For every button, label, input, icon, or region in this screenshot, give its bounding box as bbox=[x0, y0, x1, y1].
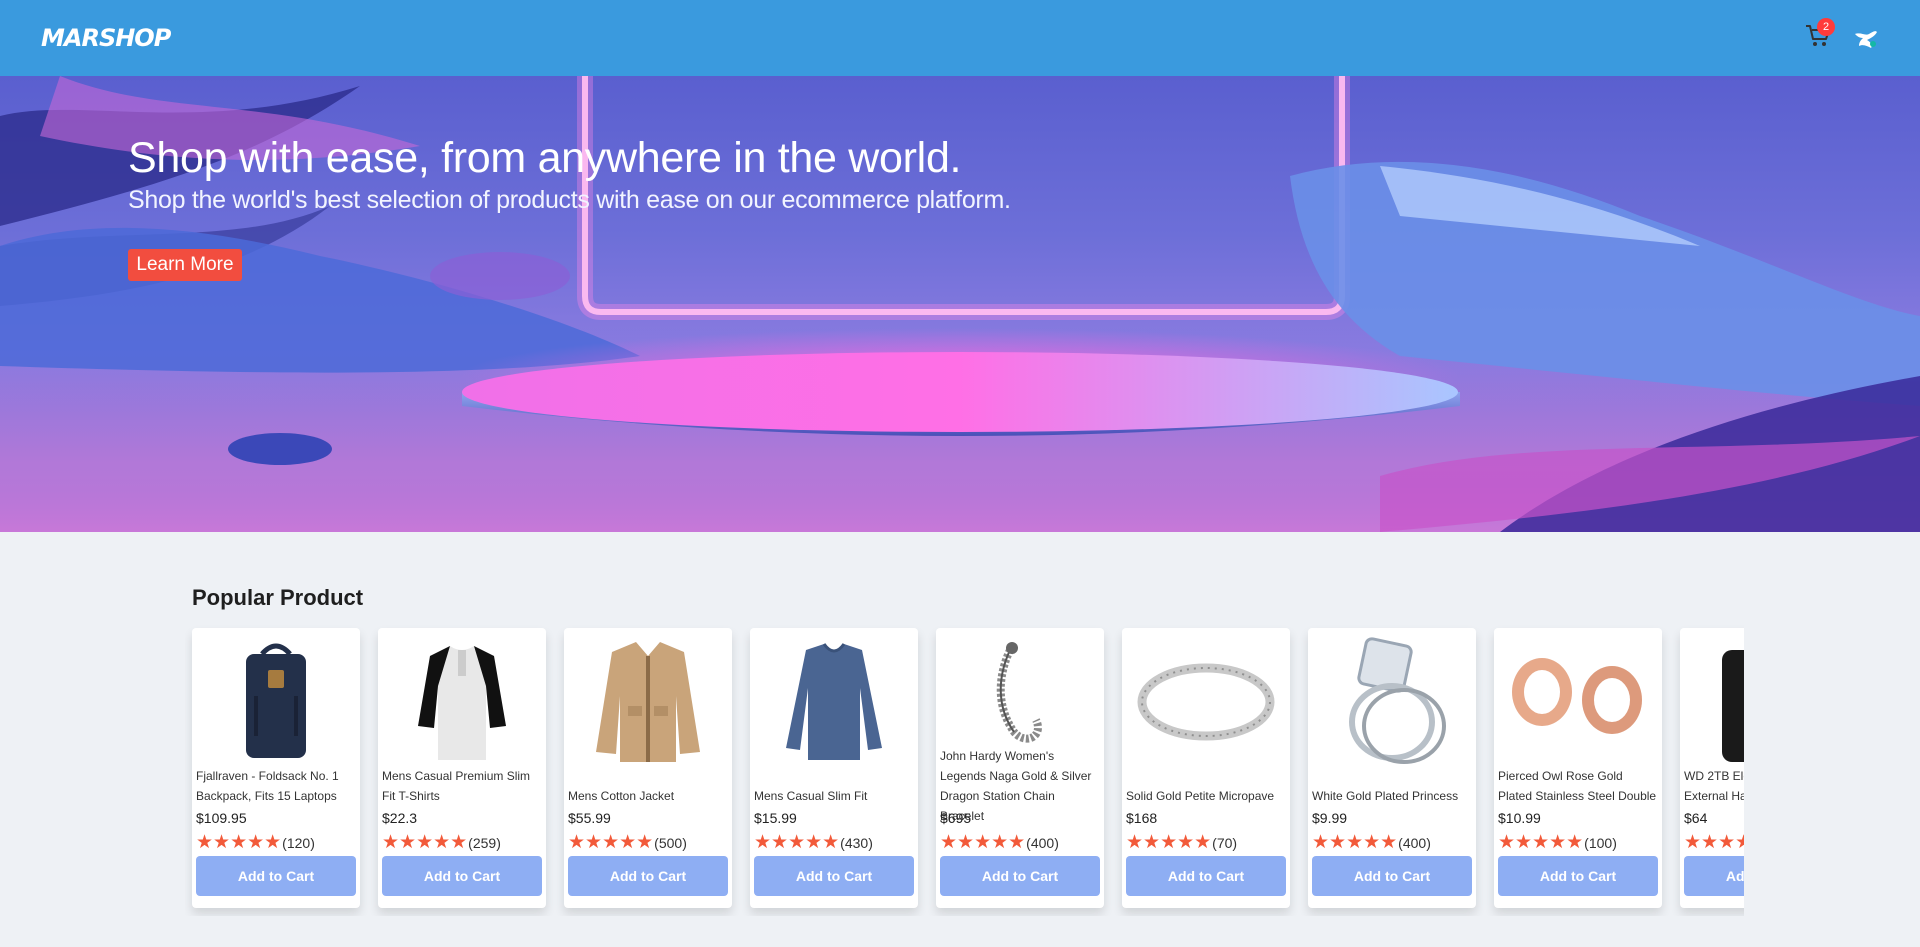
product-rating: ★★★★★ (120) bbox=[196, 832, 315, 853]
add-to-cart-button[interactable]: Add to Cart bbox=[940, 856, 1100, 896]
diamond-ring-image bbox=[1320, 636, 1464, 764]
rating-count: (100) bbox=[1584, 835, 1617, 851]
product-name[interactable]: White Gold Plated Princess bbox=[1312, 786, 1472, 806]
rating-count: (400) bbox=[1398, 835, 1431, 851]
star-rating-icons: ★★★★★ bbox=[1312, 832, 1398, 853]
top-navbar: MARSHOP 2 bbox=[0, 0, 1920, 76]
section-title: Popular Product bbox=[192, 585, 364, 610]
product-card[interactable]: Mens Cotton Jacket $55.99 ★★★★★ (500) Ad… bbox=[564, 628, 732, 908]
product-card[interactable]: Mens Casual Slim Fit $15.99 ★★★★★ (430) … bbox=[750, 628, 918, 908]
rating-count: (400) bbox=[1026, 835, 1059, 851]
rating-count: (70) bbox=[1212, 835, 1238, 851]
product-price: $15.99 bbox=[754, 810, 797, 826]
rating-count: (430) bbox=[840, 835, 873, 851]
bracelet-image bbox=[948, 636, 1092, 748]
add-to-cart-button[interactable]: Add to Cart bbox=[196, 856, 356, 896]
tshirt-image bbox=[390, 636, 534, 764]
product-card[interactable]: Pierced Owl Rose Gold Plated Stainless S… bbox=[1494, 628, 1662, 908]
jacket-image bbox=[576, 636, 720, 764]
product-rating: ★★★★★ (70) bbox=[1126, 832, 1238, 853]
star-rating-icons: ★★★★★ bbox=[196, 832, 282, 853]
add-to-cart-button[interactable]: Add to Cart bbox=[568, 856, 728, 896]
user-avatar[interactable] bbox=[1849, 22, 1881, 54]
longsleeve-image bbox=[762, 636, 906, 764]
product-price: $9.99 bbox=[1312, 810, 1348, 826]
product-price: $22.3 bbox=[382, 810, 418, 826]
hero-subtitle: Shop the world's best selection of produ… bbox=[128, 186, 1011, 214]
add-to-cart-button[interactable]: Add to Cart bbox=[382, 856, 542, 896]
product-card[interactable]: Solid Gold Petite Micropave $168 ★★★★★ (… bbox=[1122, 628, 1290, 908]
product-rating: ★★★★★ (430) bbox=[754, 832, 873, 853]
hard-drive-image bbox=[1692, 636, 1744, 764]
earrings-image bbox=[1506, 636, 1650, 764]
product-rating: ★★★★★ (259) bbox=[382, 832, 501, 853]
product-rating: ★★★★★ (400) bbox=[1312, 832, 1431, 853]
product-name[interactable]: Pierced Owl Rose Gold Plated Stainless S… bbox=[1498, 766, 1658, 806]
product-name[interactable]: Solid Gold Petite Micropave bbox=[1126, 786, 1286, 806]
product-price: $10.99 bbox=[1498, 810, 1541, 826]
add-to-cart-button[interactable]: Add to Cart bbox=[1498, 856, 1658, 896]
rating-count: (500) bbox=[654, 835, 687, 851]
product-rating: ★★★★★ (500) bbox=[568, 832, 687, 853]
rating-count: (259) bbox=[468, 835, 501, 851]
product-rating: ★★★★★ bbox=[1684, 832, 1744, 853]
add-to-cart-button[interactable]: Add to Cart bbox=[1126, 856, 1286, 896]
product-card[interactable]: Mens Casual Premium Slim Fit T-Shirts $2… bbox=[378, 628, 546, 908]
product-price: $64 bbox=[1684, 810, 1708, 826]
cart-count-badge: 2 bbox=[1817, 18, 1835, 36]
product-price: $168 bbox=[1126, 810, 1158, 826]
product-name[interactable]: Fjallraven - Foldsack No. 1 Backpack, Fi… bbox=[196, 766, 356, 806]
hero-banner: Shop with ease, from anywhere in the wor… bbox=[0, 76, 1920, 532]
add-to-cart-button[interactable]: Add to Cart bbox=[1312, 856, 1472, 896]
product-price: $55.99 bbox=[568, 810, 611, 826]
star-rating-icons: ★★★★★ bbox=[754, 832, 840, 853]
add-to-cart-button[interactable]: Add to Cart bbox=[754, 856, 914, 896]
product-name[interactable]: Mens Cotton Jacket bbox=[568, 786, 728, 806]
product-card[interactable]: Fjallraven - Foldsack No. 1 Backpack, Fi… bbox=[192, 628, 360, 908]
product-name[interactable]: WD 2TB Elements Portable External Hard D… bbox=[1684, 766, 1744, 806]
star-rating-icons: ★★★★★ bbox=[1498, 832, 1584, 853]
star-rating-icons: ★★★★★ bbox=[1684, 832, 1744, 853]
hero-title: Shop with ease, from anywhere in the wor… bbox=[128, 134, 962, 182]
product-name[interactable]: Mens Casual Slim Fit bbox=[754, 786, 914, 806]
product-rating: ★★★★★ (400) bbox=[940, 832, 1059, 853]
marshop-logo[interactable]: MARSHOP bbox=[41, 24, 171, 52]
star-rating-icons: ★★★★★ bbox=[382, 832, 468, 853]
product-card[interactable]: White Gold Plated Princess $9.99 ★★★★★ (… bbox=[1308, 628, 1476, 908]
product-price: $695 bbox=[940, 810, 972, 826]
backpack-image bbox=[204, 636, 348, 764]
product-card[interactable]: WD 2TB Elements Portable External Hard D… bbox=[1680, 628, 1744, 908]
rating-count: (120) bbox=[282, 835, 315, 851]
star-rating-icons: ★★★★★ bbox=[1126, 832, 1212, 853]
product-card[interactable]: John Hardy Women's Legends Naga Gold & S… bbox=[936, 628, 1104, 908]
product-name[interactable]: Mens Casual Premium Slim Fit T-Shirts bbox=[382, 766, 542, 806]
learn-more-button[interactable]: Learn More bbox=[128, 249, 242, 281]
star-rating-icons: ★★★★★ bbox=[568, 832, 654, 853]
product-rating: ★★★★★ (100) bbox=[1498, 832, 1617, 853]
star-rating-icons: ★★★★★ bbox=[940, 832, 1026, 853]
ring-image bbox=[1134, 636, 1278, 764]
add-to-cart-button[interactable]: Add to Cart bbox=[1684, 856, 1744, 896]
product-price: $109.95 bbox=[196, 810, 247, 826]
product-carousel[interactable]: Fjallraven - Foldsack No. 1 Backpack, Fi… bbox=[185, 620, 1744, 916]
